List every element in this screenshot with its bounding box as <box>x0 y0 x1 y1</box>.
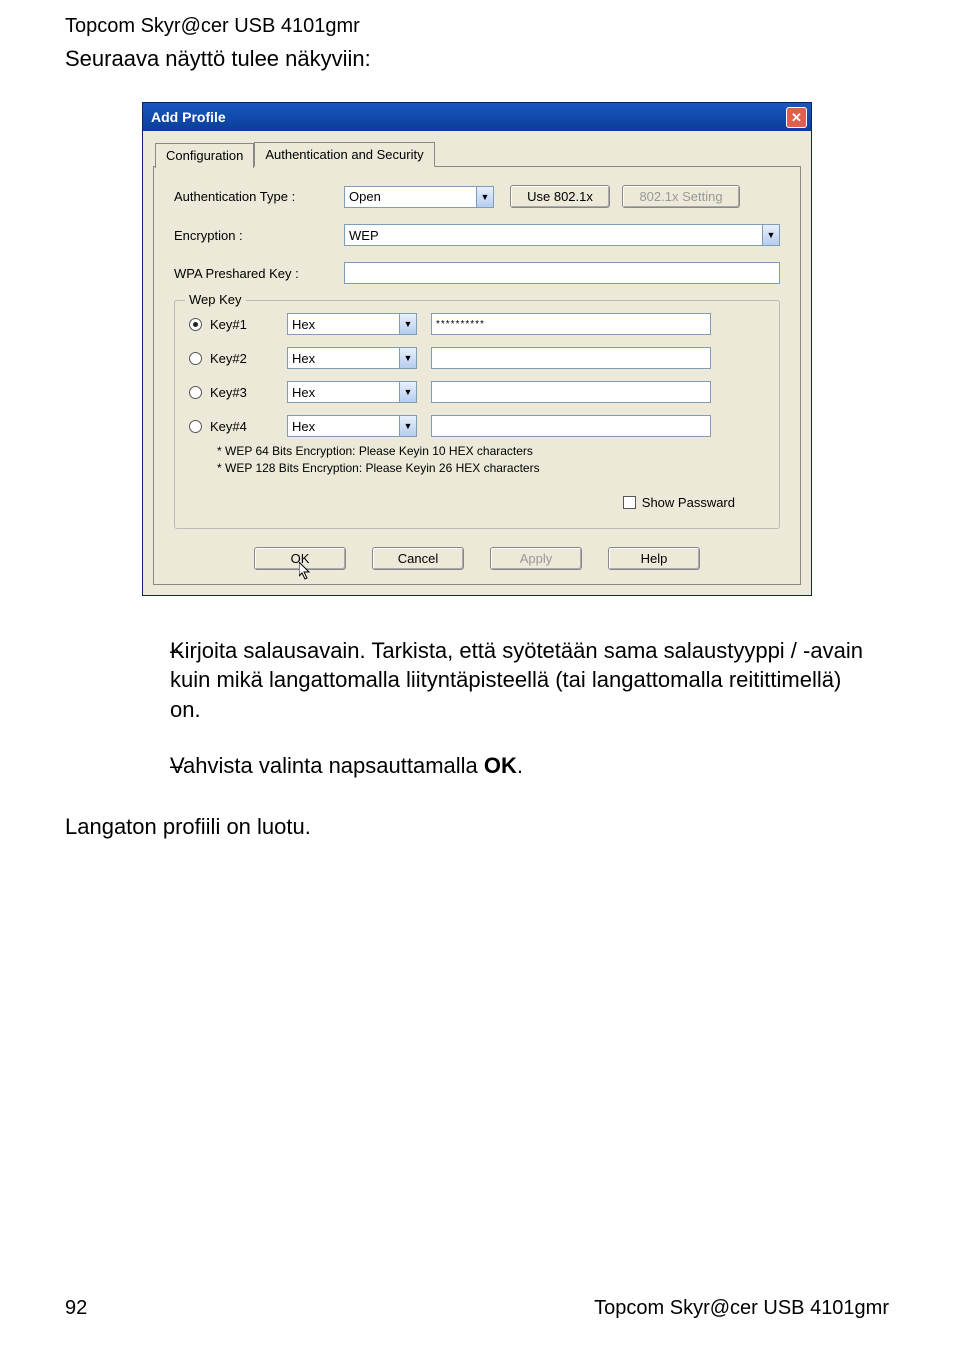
ok-button[interactable]: OK <box>254 547 346 570</box>
bullet-dash: – <box>65 636 170 725</box>
chevron-down-icon: ▼ <box>399 382 416 402</box>
encryption-select[interactable]: WEP ▼ <box>344 224 780 246</box>
key2-label: Key#2 <box>210 351 247 366</box>
auth-type-select[interactable]: Open ▼ <box>344 186 494 208</box>
page-number: 92 <box>65 1297 87 1320</box>
bullet-dash: – <box>65 751 170 781</box>
help-button[interactable]: Help <box>608 547 700 570</box>
tab-configuration[interactable]: Configuration <box>155 143 254 168</box>
show-password-checkbox[interactable] <box>623 496 636 509</box>
key4-type-value: Hex <box>292 419 315 434</box>
dialog-titlebar: Add Profile ✕ <box>143 103 811 131</box>
chevron-down-icon: ▼ <box>762 225 779 245</box>
key1-type-select[interactable]: Hex ▼ <box>287 313 417 335</box>
bullet-2-pre: Vahvista valinta napsauttamalla <box>170 753 484 778</box>
key2-radio[interactable]: Key#2 <box>189 351 287 366</box>
bullet-2-text: Vahvista valinta napsauttamalla OK. <box>170 751 889 781</box>
page-header: Topcom Skyr@cer USB 4101gmr <box>65 15 889 38</box>
close-icon: ✕ <box>791 111 802 124</box>
key1-type-value: Hex <box>292 317 315 332</box>
cancel-button[interactable]: Cancel <box>372 547 464 570</box>
wep-key-legend: Wep Key <box>185 292 246 307</box>
bullet-2-post: . <box>517 753 523 778</box>
key2-input[interactable] <box>431 347 711 369</box>
add-profile-dialog: Add Profile ✕ Configuration Authenticati… <box>142 102 812 596</box>
wep-note-128: * WEP 128 Bits Encryption: Please Keyin … <box>217 460 765 477</box>
key4-type-select[interactable]: Hex ▼ <box>287 415 417 437</box>
8021x-setting-button: 802.1x Setting <box>622 185 740 208</box>
auth-type-value: Open <box>349 189 381 204</box>
auth-type-label: Authentication Type : <box>174 189 344 204</box>
psk-input[interactable] <box>344 262 780 284</box>
tab-body: Authentication Type : Open ▼ Use 802.1x … <box>153 166 801 585</box>
key2-type-value: Hex <box>292 351 315 366</box>
chevron-down-icon: ▼ <box>476 187 493 207</box>
bullet-1-text: Kirjoita salausavain. Tarkista, että syö… <box>170 636 889 725</box>
key3-type-select[interactable]: Hex ▼ <box>287 381 417 403</box>
tab-auth-security[interactable]: Authentication and Security <box>254 142 434 167</box>
key4-label: Key#4 <box>210 419 247 434</box>
key3-radio[interactable]: Key#3 <box>189 385 287 400</box>
use-8021x-button[interactable]: Use 802.1x <box>510 185 610 208</box>
encryption-value: WEP <box>349 228 379 243</box>
key4-radio[interactable]: Key#4 <box>189 419 287 434</box>
key3-input[interactable] <box>431 381 711 403</box>
key1-input[interactable]: ********** <box>431 313 711 335</box>
page-subheader: Seuraava näyttö tulee näkyviin: <box>65 46 889 72</box>
instruction-list: – Kirjoita salausavain. Tarkista, että s… <box>65 636 889 807</box>
key1-label: Key#1 <box>210 317 247 332</box>
bullet-2-bold: OK <box>484 753 517 778</box>
tab-strip: Configuration Authentication and Securit… <box>155 141 801 166</box>
key1-radio[interactable]: Key#1 <box>189 317 287 332</box>
chevron-down-icon: ▼ <box>399 416 416 436</box>
key2-type-select[interactable]: Hex ▼ <box>287 347 417 369</box>
show-password-label: Show Passward <box>642 495 735 510</box>
psk-label: WPA Preshared Key : <box>174 266 344 281</box>
final-text: Langaton profiili on luotu. <box>65 814 889 840</box>
key3-label: Key#3 <box>210 385 247 400</box>
wep-note: * WEP 64 Bits Encryption: Please Keyin 1… <box>217 443 765 477</box>
cursor-icon <box>299 562 315 582</box>
close-button[interactable]: ✕ <box>786 107 807 128</box>
wep-key-group: Wep Key Key#1 Hex ▼ ********** <box>174 300 780 529</box>
key4-input[interactable] <box>431 415 711 437</box>
encryption-label: Encryption : <box>174 228 344 243</box>
footer-right: Topcom Skyr@cer USB 4101gmr <box>594 1297 889 1320</box>
apply-button: Apply <box>490 547 582 570</box>
chevron-down-icon: ▼ <box>399 348 416 368</box>
dialog-title: Add Profile <box>151 109 226 125</box>
key3-type-value: Hex <box>292 385 315 400</box>
wep-note-64: * WEP 64 Bits Encryption: Please Keyin 1… <box>217 443 765 460</box>
chevron-down-icon: ▼ <box>399 314 416 334</box>
